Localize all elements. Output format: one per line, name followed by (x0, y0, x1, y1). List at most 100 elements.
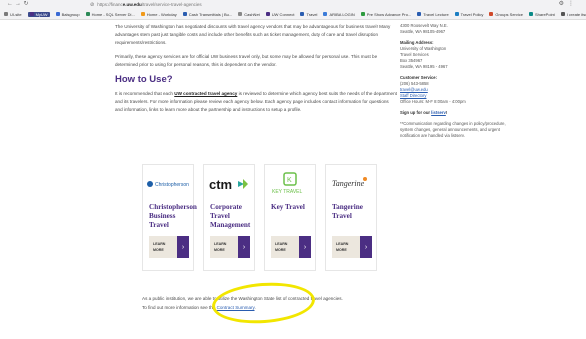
bookmark-item[interactable]: CashNet (238, 12, 260, 17)
chevron-right-icon: › (238, 236, 250, 258)
bookmark-item[interactable]: I create itself (560, 11, 586, 17)
bookmark-item[interactable]: UW Connect (265, 11, 295, 17)
main-content: The University of Washington has negotia… (115, 23, 397, 120)
forward-icon[interactable]: → (14, 0, 22, 9)
agency-name: Tangerine Travel (332, 203, 363, 220)
bookmark-icon (265, 12, 270, 16)
find-text-post: . (254, 304, 256, 310)
url-prefix: https://financ (97, 2, 123, 7)
bookmark-item[interactable]: Travel Policy (454, 11, 484, 17)
bookmark-item[interactable]: Cash Transmittals | Bu... (182, 11, 233, 17)
bookmark-icon (417, 12, 422, 16)
bookmark-item[interactable]: Groups Service (489, 12, 523, 17)
bookmark-icon (4, 12, 8, 16)
chevron-right-icon: › (360, 236, 372, 258)
bookmark-label: Home - SQL Server Di... (91, 11, 135, 17)
mailing-line: Seattle, WA 98195 - 4967 (400, 64, 448, 69)
agency-cards: Christopherson Christopherson Business T… (142, 164, 377, 271)
bookmark-item[interactable]: Travel Lecture (417, 11, 449, 17)
footer-note: As a public institution, we are able to … (142, 295, 442, 312)
svg-text:Christopherson: Christopherson (155, 182, 189, 188)
how-to-use-paragraph: It is recommended that each UW contracte… (115, 90, 397, 115)
bookmark-item[interactable]: Balsgroup (55, 11, 80, 17)
bookmark-label: UI-site (10, 11, 22, 17)
key-travel-logo: K KEY TRAVEL (265, 165, 315, 203)
bookmark-label: MyUW (35, 11, 48, 17)
lock-icon: ⊘ (90, 1, 95, 8)
bookmark-label: SharePoint (535, 11, 555, 17)
learn-more-label: LEARN MORE (332, 236, 360, 258)
signup-line: Sign up for our listserv! (400, 110, 510, 116)
bookmark-icon (560, 12, 565, 16)
bookmark-label: Groups Service (495, 11, 523, 17)
bookmark-item[interactable]: Home - SQL Server Di... (85, 11, 135, 17)
bookmark-icon (489, 12, 494, 16)
bookmark-item[interactable]: SharePoint (529, 12, 555, 17)
url-host: e.uw.edu (122, 2, 142, 7)
bookmark-icon (140, 12, 145, 16)
bookmark-icon (182, 12, 187, 16)
agency-name: Corporate Travel Management (210, 203, 251, 229)
contracted-agency-link[interactable]: UW contracted travel agency (174, 91, 237, 96)
bookmark-label: Travel (306, 11, 318, 17)
ctm-logo-mark: ctm (209, 177, 248, 192)
contract-summary-link[interactable]: Contract Summary (217, 305, 255, 310)
bookmark-item[interactable]: MyUW (27, 11, 50, 17)
learn-more-button[interactable]: LEARN MORE › (332, 236, 372, 258)
url-path: /travel/service-travel-agencies (141, 2, 202, 7)
chevron-right-icon: › (299, 236, 311, 258)
bookmark-label: CashNet (244, 11, 260, 17)
agency-card-ctm[interactable]: ctm Corporate Travel Management LEARN MO… (203, 164, 255, 271)
address-line: Seattle, WA 98105-4967 (400, 29, 446, 34)
bookmark-label: UW Connect (271, 11, 295, 17)
bookmark-label: Balsgroup (61, 11, 80, 17)
bookmark-item[interactable]: Travel (300, 12, 317, 17)
listserv-link[interactable]: listserv (431, 110, 446, 115)
svg-text:Tangerine: Tangerine (332, 179, 365, 188)
learn-more-button[interactable]: LEARN MORE › (149, 236, 189, 258)
bookmark-icon (529, 12, 533, 16)
street-address: 4300 Roosevelt Way N.E. Seattle, WA 9810… (400, 23, 510, 35)
bookmark-item[interactable]: Home - Workday (140, 11, 177, 17)
bookmark-item[interactable]: Pre Show Advance Pro... (360, 12, 411, 17)
address-bar[interactable]: ⊘ https://financ e.uw.edu/travel/service-… (90, 1, 202, 9)
bookmark-icon (238, 12, 243, 16)
mailing-address: Mailing Address: University of Washingto… (400, 40, 510, 70)
agency-card-christopherson[interactable]: Christopherson Christopherson Business T… (142, 164, 197, 271)
contact-sidebar: 4300 Roosevelt Way N.E. Seattle, WA 9810… (400, 23, 510, 144)
customer-service: Customer Service: (206) 543-5858 travel@… (400, 75, 510, 105)
bookmark-icon (85, 12, 90, 16)
learn-more-button[interactable]: LEARN MORE › (271, 236, 311, 258)
svg-text:ctm: ctm (209, 177, 232, 192)
bookmark-label: Cash Transmittals | Bu... (188, 11, 233, 17)
bookmark-label: I create itself (566, 11, 586, 17)
agency-name: Key Travel (271, 203, 305, 211)
tangerine-logo: Tangerine (326, 165, 376, 203)
how-text-pre: It is recommended that each (115, 91, 175, 97)
back-icon[interactable]: ← (6, 0, 14, 9)
reload-icon[interactable]: ↻ (22, 0, 30, 9)
bookmark-item[interactable]: UI-site (4, 12, 22, 17)
browser-toolbar: ← → ↻ ⊘ https://financ e.uw.edu/travel/se… (0, 0, 586, 9)
learn-more-button[interactable]: LEARN MORE › (210, 236, 250, 258)
agency-card-key-travel[interactable]: K KEY TRAVEL Key Travel LEARN MORE › (264, 164, 316, 271)
svg-text:KEY TRAVEL: KEY TRAVEL (272, 189, 303, 195)
bookmarks-bar: UI-site MyUW Balsgroup Home - SQL Server Di… (0, 9, 586, 20)
signup-pre: Sign up for our (400, 110, 432, 115)
learn-more-label: LEARN MORE (210, 236, 238, 258)
primarily-paragraph: Primarily, these agency services are for… (115, 53, 378, 67)
bookmark-label: ARIBA LOGIN (329, 11, 355, 17)
agency-name: Christopherson Business Travel (149, 203, 197, 229)
signup-post: ! (445, 110, 448, 115)
bookmark-icon (360, 12, 365, 16)
christopherson-logo-mark: Christopherson (147, 181, 189, 188)
chevron-right-icon: › (177, 236, 189, 258)
bookmark-label: Home - Workday (146, 11, 177, 17)
bookmark-icon (454, 12, 459, 16)
toolbar-extension-icons[interactable]: ⚙⋮ (559, 0, 578, 9)
agency-card-tangerine[interactable]: Tangerine Tangerine Travel LEARN MORE › (325, 164, 377, 271)
bookmark-label: Travel Policy (460, 11, 484, 17)
bookmark-label: Travel Lecture (423, 11, 449, 17)
bookmark-item[interactable]: ARIBA LOGIN (323, 11, 355, 17)
ctm-logo: ctm (204, 165, 254, 203)
